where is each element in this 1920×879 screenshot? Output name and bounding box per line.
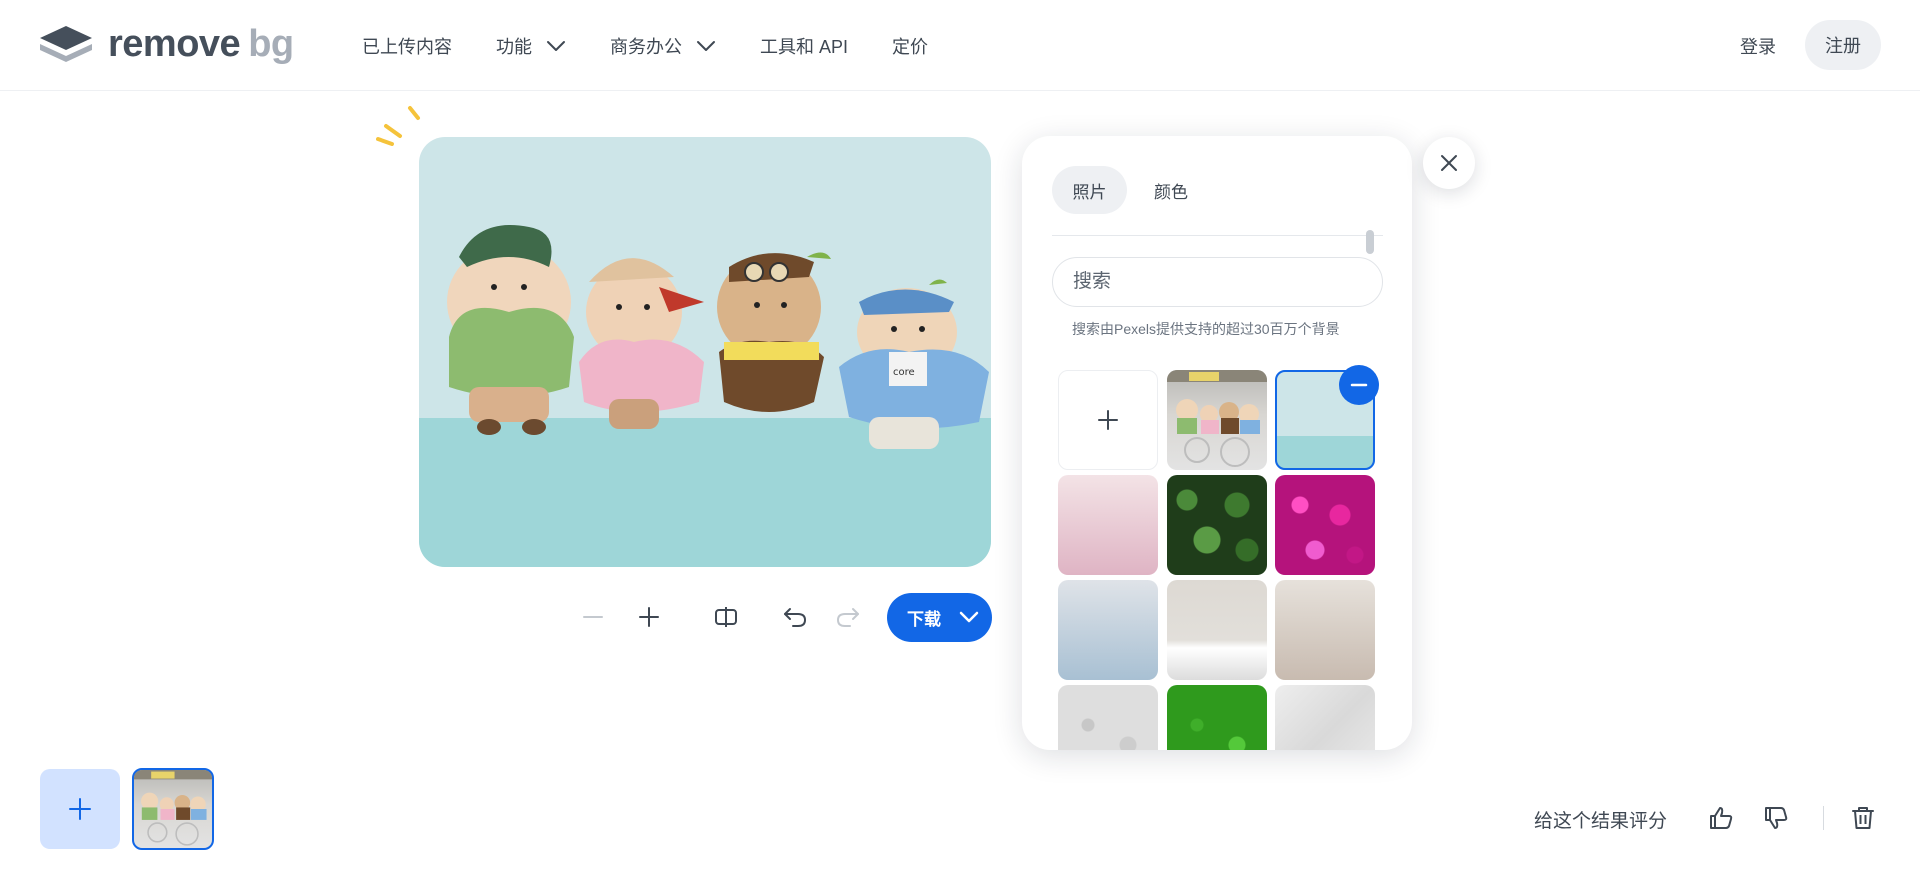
toys-cutout-image: core [447, 225, 989, 449]
plus-icon [1098, 410, 1118, 430]
thumbs-down-button[interactable] [1761, 803, 1791, 833]
nav-tools-api[interactable]: 工具和 API [760, 33, 848, 59]
background-original-photo[interactable] [1167, 370, 1267, 470]
minus-icon [583, 616, 603, 618]
nav-business[interactable]: 商务办公 [610, 33, 716, 59]
compare-icon [715, 607, 737, 627]
chevron-down-icon [697, 40, 715, 51]
signup-button[interactable]: 注册 [1805, 20, 1881, 70]
tab-colors-label: 颜色 [1154, 182, 1188, 202]
svg-text:core: core [893, 367, 915, 378]
uploaded-image-thumbnail[interactable] [132, 768, 214, 850]
nav-pricing[interactable]: 定价 [892, 33, 928, 59]
background-green-grass[interactable] [1167, 685, 1267, 750]
zoom-in-button[interactable] [631, 599, 667, 635]
background-search-input[interactable] [1052, 257, 1383, 307]
minus-icon [1350, 383, 1368, 387]
background-studio-white[interactable] [1167, 580, 1267, 680]
nav-uploads-label: 已上传内容 [362, 36, 452, 57]
tab-photos-label: 照片 [1072, 182, 1107, 202]
nav-business-label: 商务办公 [610, 36, 682, 57]
plus-icon [69, 798, 91, 820]
nav-pricing-label: 定价 [892, 36, 929, 57]
background-gray-marble[interactable] [1058, 685, 1158, 750]
compare-button[interactable] [708, 599, 744, 635]
tab-colors[interactable]: 颜色 [1139, 166, 1203, 214]
background-pink-gradient[interactable] [1058, 475, 1158, 575]
close-icon [1441, 155, 1457, 171]
panel-divider [1052, 235, 1383, 236]
background-grid [1058, 370, 1388, 750]
thumbs-up-icon [1710, 807, 1733, 829]
logo[interactable]: remove bg [38, 24, 294, 64]
logo-text: remove bg [108, 24, 294, 64]
chevron-down-icon [959, 611, 979, 623]
result-preview-image: core [419, 137, 991, 567]
redo-icon [836, 608, 859, 627]
background-white-marble[interactable] [1275, 685, 1375, 750]
upload-background-button[interactable] [1058, 370, 1158, 470]
redo-button[interactable] [830, 599, 866, 635]
background-bluegray-gradient[interactable] [1058, 580, 1158, 680]
download-button[interactable]: 下载 [887, 593, 992, 642]
original-photo-image [1167, 370, 1267, 467]
search-powered-note: 搜索由Pexels提供支持的超过30百万个背景 [1072, 321, 1340, 337]
undo-icon [784, 608, 807, 627]
chevron-down-icon [547, 40, 565, 51]
plus-icon [639, 607, 659, 627]
remove-background-button[interactable] [1339, 365, 1379, 405]
logo-icon [40, 26, 92, 62]
thumbs-down-icon [1765, 807, 1788, 829]
logo-word-remove: remove [108, 23, 241, 65]
add-image-button[interactable] [40, 769, 120, 849]
undo-button[interactable] [777, 599, 813, 635]
panel-scrollbar[interactable] [1366, 230, 1374, 254]
main-nav: 已上传内容 功能 商务办公 工具和 API 定价 [362, 0, 972, 91]
background-panel: 照片 颜色 搜索由Pexels提供支持的超过30百万个背景 [1022, 136, 1412, 750]
login-link[interactable]: 登录 [1740, 33, 1776, 59]
logo-word-bg: bg [248, 23, 294, 65]
uploaded-photo-image [134, 770, 212, 846]
zoom-out-button[interactable] [575, 599, 611, 635]
rate-result-label: 给这个结果评分 [1534, 811, 1668, 832]
top-header: remove bg 已上传内容 功能 商务办公 工具和 API 定价 登录 注册 [0, 0, 1920, 91]
nav-features[interactable]: 功能 [496, 33, 566, 59]
tab-photos[interactable]: 照片 [1052, 166, 1127, 214]
thumbs-up-button[interactable] [1706, 803, 1736, 833]
bottom-divider [1823, 806, 1824, 830]
trash-icon [1852, 807, 1874, 829]
nav-uploads[interactable]: 已上传内容 [362, 33, 452, 59]
background-magenta-flowers[interactable] [1275, 475, 1375, 575]
download-label: 下载 [907, 610, 941, 629]
delete-button[interactable] [1848, 803, 1878, 833]
nav-tools-api-label: 工具和 API [760, 36, 849, 57]
close-panel-button[interactable] [1423, 137, 1475, 189]
background-green-leaves[interactable] [1167, 475, 1267, 575]
nav-features-label: 功能 [496, 36, 532, 57]
background-beige-gradient[interactable] [1275, 580, 1375, 680]
